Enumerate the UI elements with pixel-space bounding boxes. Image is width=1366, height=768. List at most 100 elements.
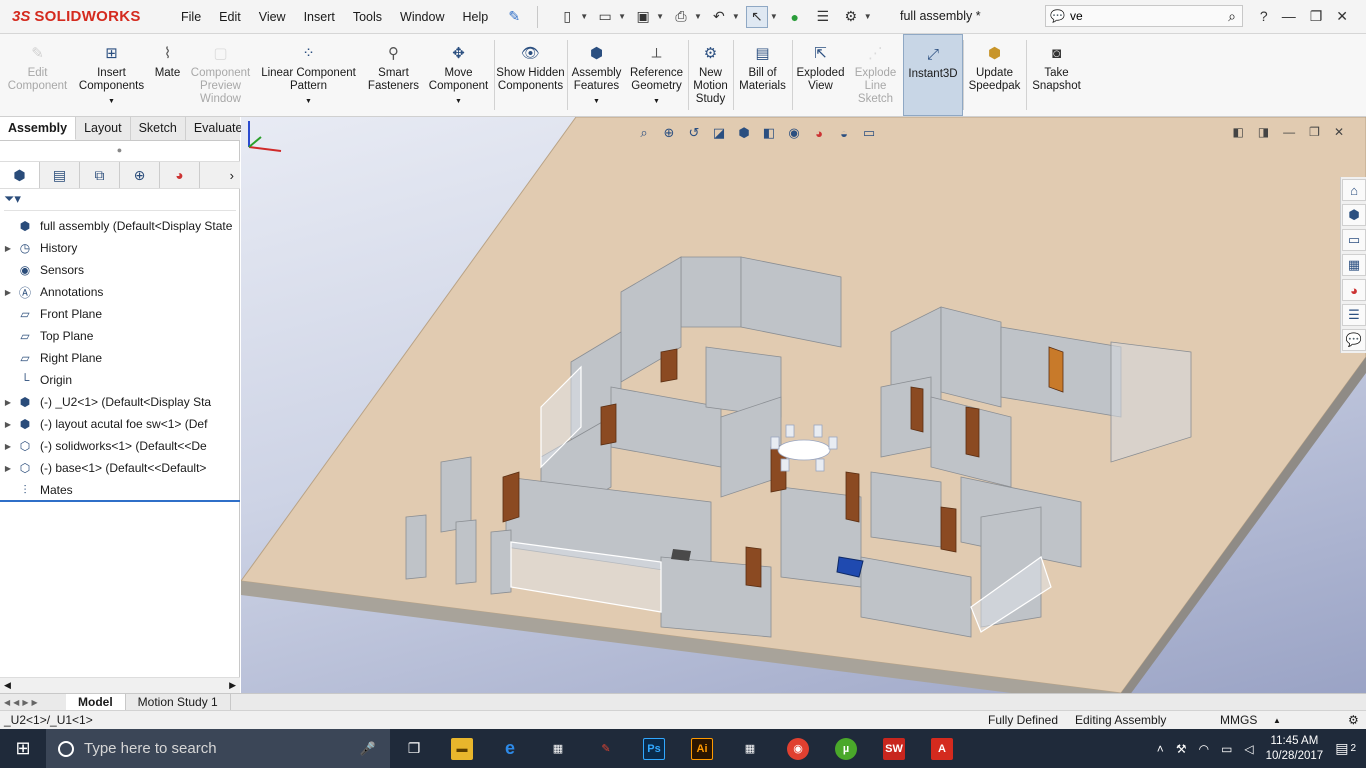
search-commands-box[interactable]: 💬 ⌕	[1045, 5, 1243, 27]
assembly-features-button[interactable]: ⬢ Assembly Features ▼	[568, 34, 626, 116]
expand-icon[interactable]: ▶	[0, 288, 16, 297]
zoom-to-fit-icon[interactable]: ⌕	[634, 123, 654, 143]
action-center-icon[interactable]: ▤	[1335, 740, 1348, 757]
new-document-icon[interactable]: ▯	[556, 6, 578, 28]
tree-item-layout[interactable]: ▶ ⬢ (-) layout acutal foe sw<1> (Def	[0, 413, 240, 435]
edge-icon[interactable]: e	[486, 729, 534, 768]
hide-show-items-icon[interactable]: ◉	[784, 123, 804, 143]
task-view-icon[interactable]: ❐	[390, 729, 438, 768]
restore-icon[interactable]: ❐	[1310, 8, 1323, 25]
new-motion-study-button[interactable]: ⚙ New Motion Study	[689, 34, 733, 116]
menu-file[interactable]: File	[172, 0, 210, 34]
viewport-restore-icon[interactable]: ❐	[1309, 125, 1320, 139]
search-icon[interactable]: ⌕	[1228, 8, 1236, 25]
expand-icon[interactable]: ▶	[0, 442, 16, 451]
print-icon[interactable]: ⎙	[670, 6, 692, 28]
menu-tools[interactable]: Tools	[344, 0, 391, 34]
menu-insert[interactable]: Insert	[295, 0, 344, 34]
tree-item-right-plane[interactable]: ▱ Right Plane	[0, 347, 240, 369]
menu-window[interactable]: Window	[391, 0, 453, 34]
wifi-icon[interactable]: ◠	[1199, 742, 1209, 756]
exploded-view-button[interactable]: ⇱ Exploded View	[793, 34, 849, 116]
rollback-bar[interactable]	[0, 500, 240, 502]
photoshop-icon[interactable]: Ps	[630, 729, 678, 768]
viewport-minimize-icon[interactable]: —	[1283, 125, 1295, 139]
menu-view[interactable]: View	[250, 0, 295, 34]
take-snapshot-button[interactable]: ◙ Take Snapshot	[1027, 34, 1087, 116]
view-orientation-icon[interactable]: ⬢	[734, 123, 754, 143]
menu-edit[interactable]: Edit	[210, 0, 250, 34]
help-button[interactable]: ?	[1260, 8, 1268, 24]
property-manager-tab-icon[interactable]: ▤	[40, 162, 80, 188]
tree-item-history[interactable]: ▶ ◷ History	[0, 237, 240, 259]
show-hidden-button[interactable]: 👁 Show Hidden Components	[495, 34, 567, 116]
display-manager-tab-icon[interactable]: ◕	[160, 162, 200, 188]
tree-item-front-plane[interactable]: ▱ Front Plane	[0, 303, 240, 325]
explode-line-button[interactable]: ⋰ Explode Line Sketch	[849, 34, 903, 116]
tree-horizontal-scrollbar[interactable]: ◀ ▶	[0, 677, 240, 693]
tab-model[interactable]: Model	[66, 694, 126, 710]
section-view-icon[interactable]: ◪	[709, 123, 729, 143]
windows-start-icon[interactable]: ⊞	[0, 729, 46, 768]
smart-fasteners-button[interactable]: ⚲ Smart Fasteners	[364, 34, 424, 116]
component-preview-button[interactable]: ▢ Component Preview Window	[188, 34, 254, 116]
expand-icon[interactable]: ▶	[0, 464, 16, 473]
feature-manager-tab-icon[interactable]: ⬢	[0, 162, 40, 188]
tree-item-sensors[interactable]: ◉ Sensors	[0, 259, 240, 281]
tree-item-mates[interactable]: ⫶ Mates	[0, 479, 240, 501]
select-arrow-icon[interactable]: ↖	[745, 5, 768, 28]
zoom-to-area-icon[interactable]: ⊕	[659, 123, 679, 143]
illustrator-icon[interactable]: Ai	[678, 729, 726, 768]
tree-item-annotations[interactable]: ▶ Ⓐ Annotations	[0, 281, 240, 303]
unit-system-selector[interactable]: MMGS	[1220, 713, 1257, 727]
file-properties-icon[interactable]: ☰	[812, 6, 834, 28]
pin-icon[interactable]: ✎	[503, 6, 525, 28]
tree-item-u2[interactable]: ▶ ⬢ (-) _U2<1> (Default<Display Sta	[0, 391, 240, 413]
apply-scene-icon[interactable]: ◒	[834, 123, 854, 143]
dimxpert-tab-icon[interactable]: ⊕	[120, 162, 160, 188]
menu-help[interactable]: Help	[454, 0, 498, 34]
open-folder-icon[interactable]: ▭	[594, 6, 616, 28]
custom-properties-icon[interactable]: ☰	[1342, 304, 1366, 326]
store-icon[interactable]: ▦	[534, 729, 582, 768]
minimize-icon[interactable]: —	[1282, 8, 1296, 24]
graphics-area[interactable]: ⌕ ⊕ ↺ ◪ ⬢ ◧ ◉ ◕ ◒ ▭ ◧ ◨ — ❐ ✕ ⌂ ⬢ ▭ ▦ ◕ …	[241, 117, 1366, 693]
paint-icon[interactable]: ✎	[582, 729, 630, 768]
instant3d-button[interactable]: ⤢ Instant3D	[903, 34, 963, 116]
edit-component-button[interactable]: ✎ Edit Component	[0, 34, 76, 116]
network-icon[interactable]: ⚒	[1176, 742, 1187, 756]
scroll-right-icon[interactable]: ▶	[229, 680, 236, 691]
expand-icon[interactable]: ▶	[0, 420, 16, 429]
autocad-icon[interactable]: A	[918, 729, 966, 768]
filter-icon[interactable]: ⏷▾	[4, 191, 21, 206]
view-settings-icon[interactable]: ▭	[859, 123, 879, 143]
appearances-icon[interactable]: ◕	[1342, 279, 1366, 301]
microphone-icon[interactable]: 🎤	[360, 741, 376, 757]
tab-layout[interactable]: Layout	[76, 117, 131, 140]
file-explorer-icon[interactable]: ▬	[438, 729, 486, 768]
solidworks-resources-icon[interactable]: ⌂	[1342, 179, 1366, 201]
options-gear-icon[interactable]: ⚙	[840, 6, 862, 28]
utorrent-icon[interactable]: µ	[822, 729, 870, 768]
move-component-button[interactable]: ✥ Move Component ▼	[424, 34, 494, 116]
tree-item-solidworks[interactable]: ▶ ⬡ (-) solidworks<1> (Default<<De	[0, 435, 240, 457]
chevron-right-icon[interactable]: ›	[230, 168, 234, 183]
search-mode-icon[interactable]: 💬	[1050, 9, 1070, 23]
taskbar-search[interactable]: Type here to search 🎤	[46, 729, 390, 768]
insert-components-button[interactable]: ⊞ Insert Components ▼	[76, 34, 148, 116]
design-library-icon[interactable]: ⬢	[1342, 204, 1366, 226]
undo-icon[interactable]: ↶	[708, 6, 730, 28]
solidworks-icon[interactable]: SW	[870, 729, 918, 768]
units-caret-icon[interactable]: ▲	[1273, 716, 1281, 725]
viewport-close-icon[interactable]: ✕	[1334, 125, 1344, 139]
file-explorer-pane-icon[interactable]: ▭	[1342, 229, 1366, 251]
tree-item-top-plane[interactable]: ▱ Top Plane	[0, 325, 240, 347]
tree-item-origin[interactable]: └ Origin	[0, 369, 240, 391]
clock[interactable]: 11:45 AM 10/28/2017	[1266, 734, 1324, 764]
solidworks-logo[interactable]: 3S SOLIDWORKS	[0, 0, 160, 34]
tab-motion-study[interactable]: Motion Study 1	[126, 694, 231, 710]
tab-scroll-arrows[interactable]: ◀ ◀ ▶ ▶	[0, 698, 66, 707]
bill-of-materials-button[interactable]: ▤ Bill of Materials	[734, 34, 792, 116]
save-icon[interactable]: ▣	[632, 6, 654, 28]
tree-item-base[interactable]: ▶ ⬡ (-) base<1> (Default<<Default>	[0, 457, 240, 479]
